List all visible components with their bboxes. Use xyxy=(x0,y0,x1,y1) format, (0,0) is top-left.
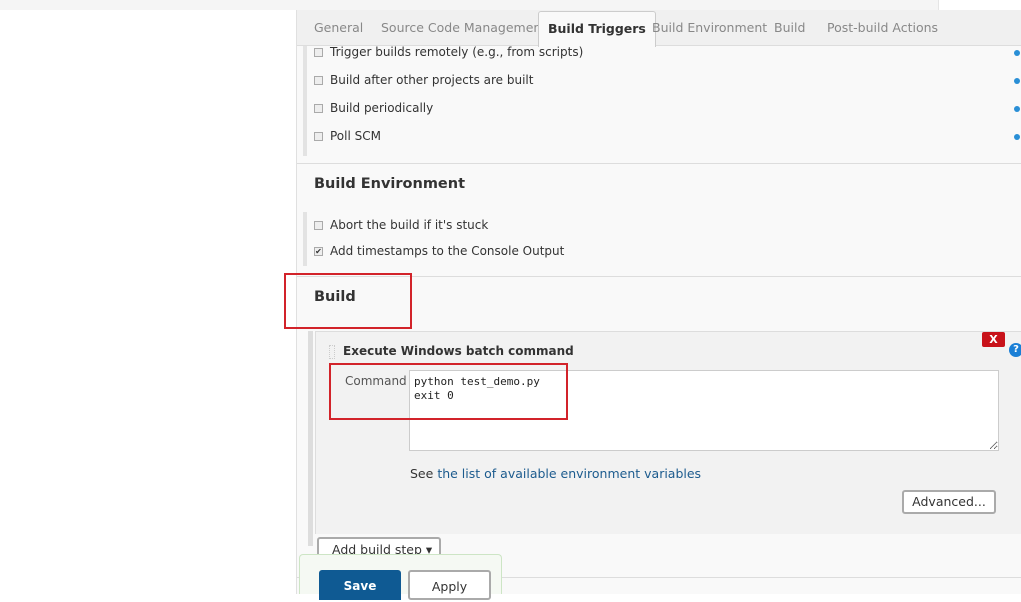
tab-bar: General Source Code Management Build Tri… xyxy=(297,10,1021,47)
label: Trigger builds remotely (e.g., from scri… xyxy=(330,45,584,59)
help-icon[interactable]: ? xyxy=(1009,343,1021,357)
section-bar xyxy=(303,212,307,266)
config-panel: General Source Code Management Build Tri… xyxy=(284,10,1021,600)
tab-post-build-actions[interactable]: Post-build Actions xyxy=(827,18,938,46)
see-text: See xyxy=(410,466,434,481)
delete-step-button[interactable]: X xyxy=(982,332,1005,347)
tab-build[interactable]: Build xyxy=(774,18,805,46)
save-button[interactable]: Save xyxy=(319,570,401,600)
apply-button[interactable]: Apply xyxy=(408,570,491,600)
label: Abort the build if it's stuck xyxy=(330,218,489,232)
env-vars-link[interactable]: the list of available environment variab… xyxy=(437,466,701,481)
divider xyxy=(297,163,1021,164)
trigger-periodically-checkbox[interactable]: Build periodically xyxy=(314,101,433,115)
checkbox-checked[interactable]: ✔ xyxy=(314,246,323,256)
advanced-button[interactable]: Advanced... xyxy=(902,490,996,514)
help-icon[interactable] xyxy=(1014,78,1020,84)
highlight-box xyxy=(329,363,568,420)
checkbox[interactable] xyxy=(314,131,323,141)
timestamps-checkbox[interactable]: ✔ Add timestamps to the Console Output xyxy=(314,244,564,258)
help-icon[interactable] xyxy=(1014,50,1020,56)
section-bar xyxy=(303,46,307,156)
checkbox[interactable] xyxy=(314,103,323,113)
trigger-poll-scm-checkbox[interactable]: Poll SCM xyxy=(314,129,381,143)
trigger-remote-checkbox[interactable]: Trigger builds remotely (e.g., from scri… xyxy=(314,45,583,59)
tab-build-environment[interactable]: Build Environment xyxy=(652,18,767,46)
help-icon[interactable] xyxy=(1014,106,1020,112)
help-icon[interactable] xyxy=(1014,134,1020,140)
top-bar xyxy=(0,0,1021,10)
trigger-after-other-checkbox[interactable]: Build after other projects are built xyxy=(314,73,533,87)
build-environment-heading: Build Environment xyxy=(314,176,466,192)
checkbox[interactable] xyxy=(314,47,323,57)
section-bar xyxy=(308,331,313,546)
tab-general[interactable]: General xyxy=(314,18,363,46)
checkbox[interactable] xyxy=(314,75,323,85)
tab-build-triggers[interactable]: Build Triggers xyxy=(538,11,656,47)
label: Build after other projects are built xyxy=(330,73,534,87)
label: Build periodically xyxy=(330,101,434,115)
tab-source-code-management[interactable]: Source Code Management xyxy=(381,18,546,46)
drag-handle-icon[interactable] xyxy=(329,345,335,359)
abort-stuck-checkbox[interactable]: Abort the build if it's stuck xyxy=(314,218,488,232)
label: Poll SCM xyxy=(330,129,381,143)
label: Add timestamps to the Console Output xyxy=(330,244,565,258)
highlight-box xyxy=(284,273,412,329)
checkbox[interactable] xyxy=(314,220,323,230)
step-title: Execute Windows batch command xyxy=(343,344,574,358)
env-vars-hint: See the list of available environment va… xyxy=(410,466,701,481)
